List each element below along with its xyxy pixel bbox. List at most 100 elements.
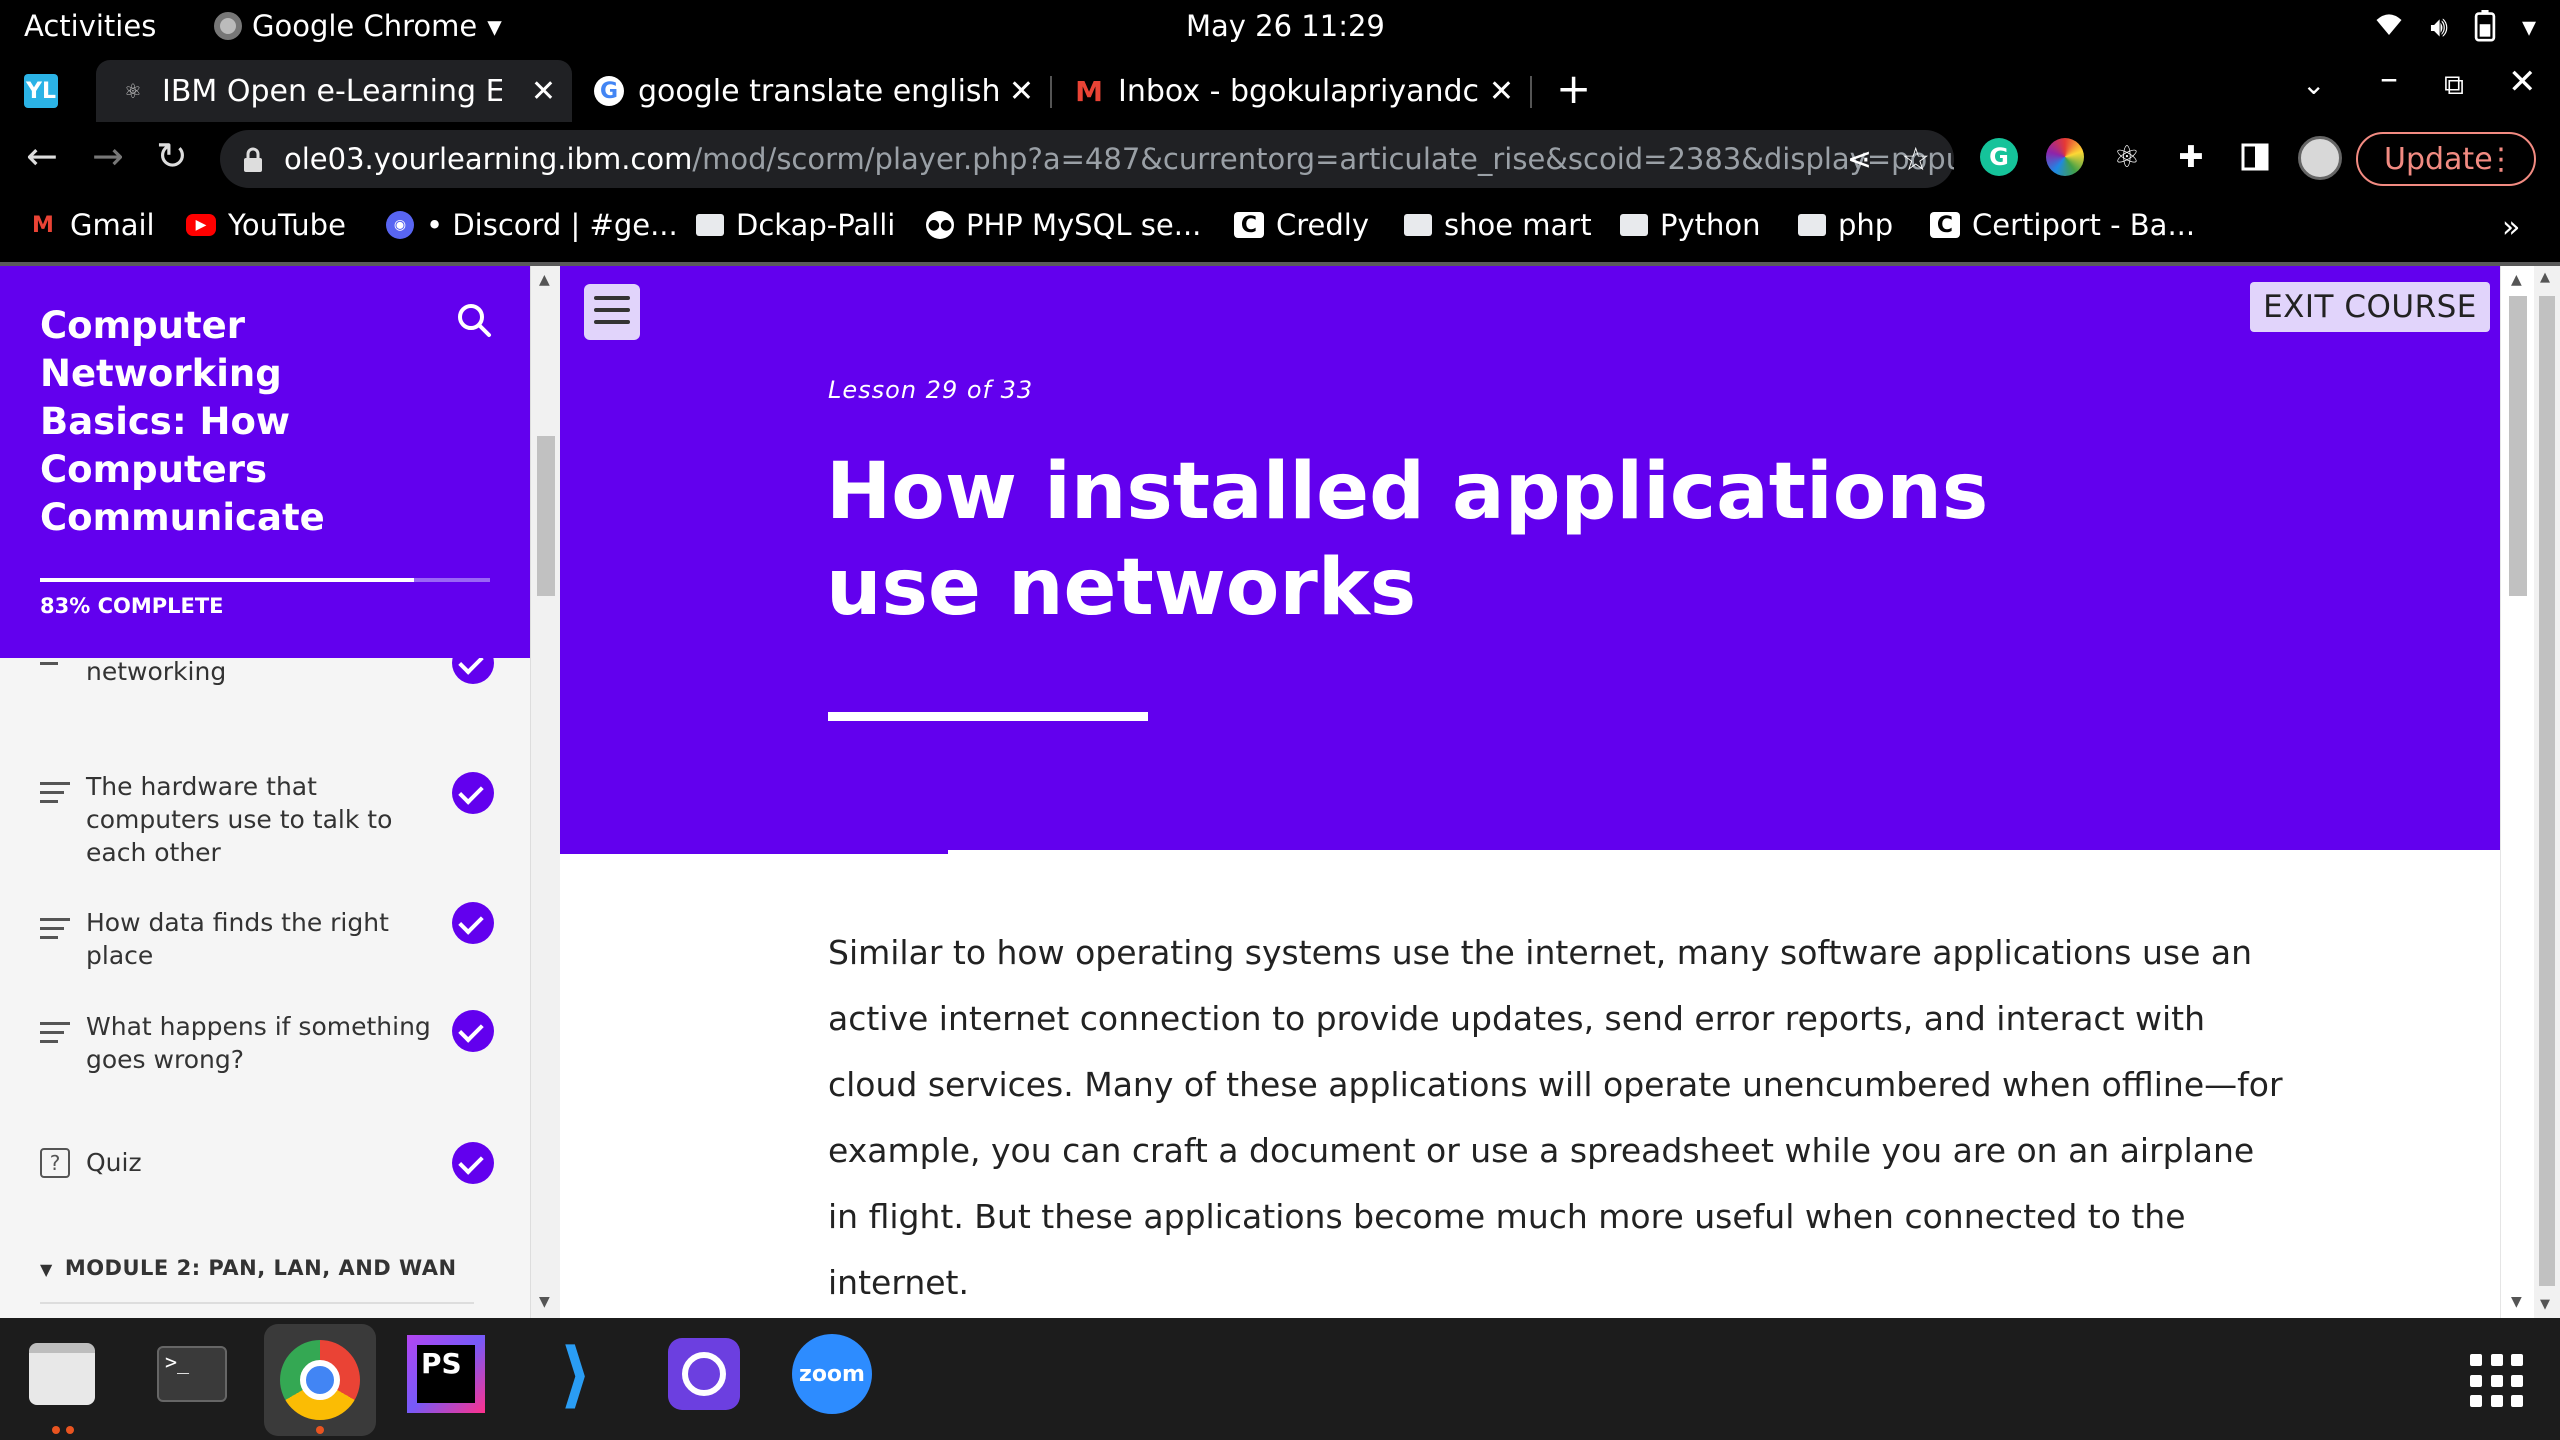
dock-terminal[interactable]: >_	[150, 1332, 234, 1416]
profile-avatar[interactable]	[2298, 136, 2342, 180]
reload-icon[interactable]: ↻	[156, 134, 188, 178]
bookmark-dckap-palli[interactable]: Dckap-Palli	[696, 208, 895, 242]
terminal-icon: >_	[157, 1346, 227, 1402]
page-top-border	[0, 262, 2560, 266]
exit-course-button[interactable]: EXIT COURSE	[2250, 282, 2490, 332]
tab-strip: YL ⚛︎ IBM Open e-Learning Ecos ✕ G googl…	[0, 54, 2560, 122]
forward-arrow-icon[interactable]: →	[92, 134, 124, 178]
lesson-read-progress	[560, 850, 948, 854]
dock-files[interactable]	[20, 1332, 104, 1416]
react-devtools-icon[interactable]: ⚛︎	[2108, 138, 2146, 176]
bookmark-certiport[interactable]: C Certiport - Ba...	[1930, 208, 2195, 242]
battery-icon	[2474, 10, 2496, 49]
clock[interactable]: May 26 11:29	[1186, 9, 1385, 43]
dock: >_ PS ⟩ zoom	[0, 1318, 2560, 1440]
activities-button[interactable]: Activities	[24, 9, 156, 43]
bookmark-python[interactable]: Python	[1620, 208, 1761, 242]
bookmark-discord[interactable]: ◉ • Discord | #ge...	[386, 208, 678, 242]
system-tray[interactable]: 🔊︎ ▾	[2374, 10, 2536, 49]
close-tab-icon[interactable]: ✕	[1489, 74, 1514, 109]
color-picker-extension-icon[interactable]	[2046, 138, 2084, 176]
scrollbar-thumb[interactable]	[537, 436, 555, 596]
bookmark-youtube[interactable]: ▶ YouTube	[186, 208, 346, 242]
hamburger-menu-button[interactable]	[584, 284, 640, 340]
lesson-body-paragraph: Similar to how operating systems use the…	[828, 933, 2283, 1302]
yourlearning-icon: YL	[24, 74, 58, 108]
bookmark-label: Gmail	[70, 208, 155, 242]
page-scrollbar[interactable]: ▲ ▼	[2534, 266, 2560, 1318]
kebab-menu-icon[interactable]: ⋮	[2486, 142, 2516, 177]
files-icon	[29, 1343, 95, 1405]
tab-title: google translate english t	[638, 73, 998, 109]
bookmark-label: Certiport - Ba...	[1972, 208, 2196, 242]
caret-down-icon: ▼	[40, 1260, 53, 1279]
close-tab-icon[interactable]: ✕	[531, 74, 556, 109]
scroll-down-arrow-icon[interactable]: ▼	[539, 1294, 550, 1310]
lesson-title: Quiz	[86, 1148, 142, 1177]
folder-icon	[1798, 214, 1826, 236]
tab-google-translate[interactable]: G google translate english t ✕	[584, 60, 1050, 122]
back-arrow-icon[interactable]: ←	[26, 134, 58, 178]
lesson-lines-icon	[40, 1022, 70, 1049]
folder-icon	[696, 214, 724, 236]
scroll-up-arrow-icon[interactable]: ▲	[2511, 272, 2522, 288]
tab-gmail-inbox[interactable]: M Inbox - bgokulapriyandcka ✕	[1064, 60, 1530, 122]
bookmark-label: PHP MySQL se...	[966, 208, 1202, 242]
complete-check-icon	[452, 902, 494, 944]
minimize-icon[interactable]: –	[2380, 58, 2398, 99]
lesson-scrollbar[interactable]: ▲ ▼	[2500, 266, 2534, 1318]
lesson-main: EXIT COURSE Lesson 29 of 33 How installe…	[560, 266, 2500, 1318]
course-sidebar: An overview of computer networking The h…	[0, 266, 530, 1318]
bookmark-label: php	[1838, 208, 1894, 242]
profile-tab-icon[interactable]: YL	[24, 60, 84, 122]
app-menu[interactable]: Google Chrome ▾	[214, 9, 502, 43]
tab-search-chevron-icon[interactable]: ⌄	[2302, 68, 2325, 101]
module-heading[interactable]: ▼ MODULE 2: PAN, LAN, AND WAN	[40, 1256, 457, 1280]
lesson-title: How data finds the right place	[86, 908, 389, 970]
dock-pulse[interactable]	[662, 1332, 746, 1416]
scroll-down-arrow-icon[interactable]: ▼	[2540, 1297, 2550, 1312]
sidebar-header: Computer Networking Basics: How Computer…	[0, 266, 530, 658]
sidebar-scrollbar[interactable]: ▲ ▼	[530, 266, 560, 1318]
tab-separator	[1530, 76, 1532, 108]
complete-check-icon	[452, 1010, 494, 1052]
dock-chrome[interactable]	[264, 1324, 376, 1436]
scroll-up-arrow-icon[interactable]: ▲	[539, 272, 550, 288]
vscode-icon: ⟩	[559, 1332, 593, 1416]
dock-zoom[interactable]: zoom	[790, 1332, 874, 1416]
bookmark-gmail[interactable]: M Gmail	[28, 208, 155, 242]
close-window-icon[interactable]: ✕	[2508, 62, 2537, 102]
grammarly-extension-icon[interactable]: G	[1980, 138, 2018, 176]
search-icon[interactable]	[456, 302, 492, 338]
system-top-bar: Activities Google Chrome ▾ May 26 11:29 …	[0, 0, 2560, 54]
scroll-up-arrow-icon[interactable]: ▲	[2540, 270, 2550, 285]
restore-icon[interactable]: ⧉	[2444, 68, 2464, 102]
dock-vscode[interactable]: ⟩	[534, 1332, 618, 1416]
lesson-title: What happens if something goes wrong?	[86, 1012, 431, 1074]
tab-separator	[1050, 76, 1052, 108]
phpstorm-text: PS	[417, 1345, 475, 1403]
gmail-icon: M	[32, 212, 54, 238]
new-tab-button[interactable]: +	[1556, 64, 1591, 113]
close-tab-icon[interactable]: ✕	[1009, 74, 1034, 109]
bookmark-php[interactable]: php	[1798, 208, 1893, 242]
bookmark-shoe-mart[interactable]: shoe mart	[1404, 208, 1592, 242]
scrollbar-thumb[interactable]	[2539, 296, 2555, 1286]
more-bookmarks-chevron-icon[interactable]: »	[2502, 210, 2520, 245]
title-underline	[828, 712, 1148, 721]
dock-phpstorm[interactable]: PS	[404, 1332, 488, 1416]
tab-ibm-open-elearning[interactable]: ⚛︎ IBM Open e-Learning Ecos ✕	[96, 60, 572, 122]
bookmark-credly[interactable]: C Credly	[1234, 208, 1369, 242]
complete-check-icon	[452, 772, 494, 814]
bookmark-php-mysql[interactable]: ●● PHP MySQL se...	[926, 208, 1201, 242]
extensions-puzzle-icon[interactable]: ✚	[2172, 138, 2210, 176]
bookmark-star-icon[interactable]: ☆	[1901, 140, 1930, 178]
bookmark-label: YouTube	[228, 208, 346, 242]
show-applications-grid-icon[interactable]	[2470, 1354, 2524, 1408]
address-bar[interactable]: ole03.yourlearning.ibm.com/mod/scorm/pla…	[220, 130, 1954, 188]
side-panel-icon[interactable]	[2236, 138, 2274, 176]
share-icon[interactable]: ⋖	[1847, 142, 1872, 177]
scroll-down-arrow-icon[interactable]: ▼	[2511, 1294, 2522, 1310]
update-button[interactable]: Update ⋮	[2356, 132, 2536, 186]
scrollbar-thumb[interactable]	[2509, 296, 2527, 596]
